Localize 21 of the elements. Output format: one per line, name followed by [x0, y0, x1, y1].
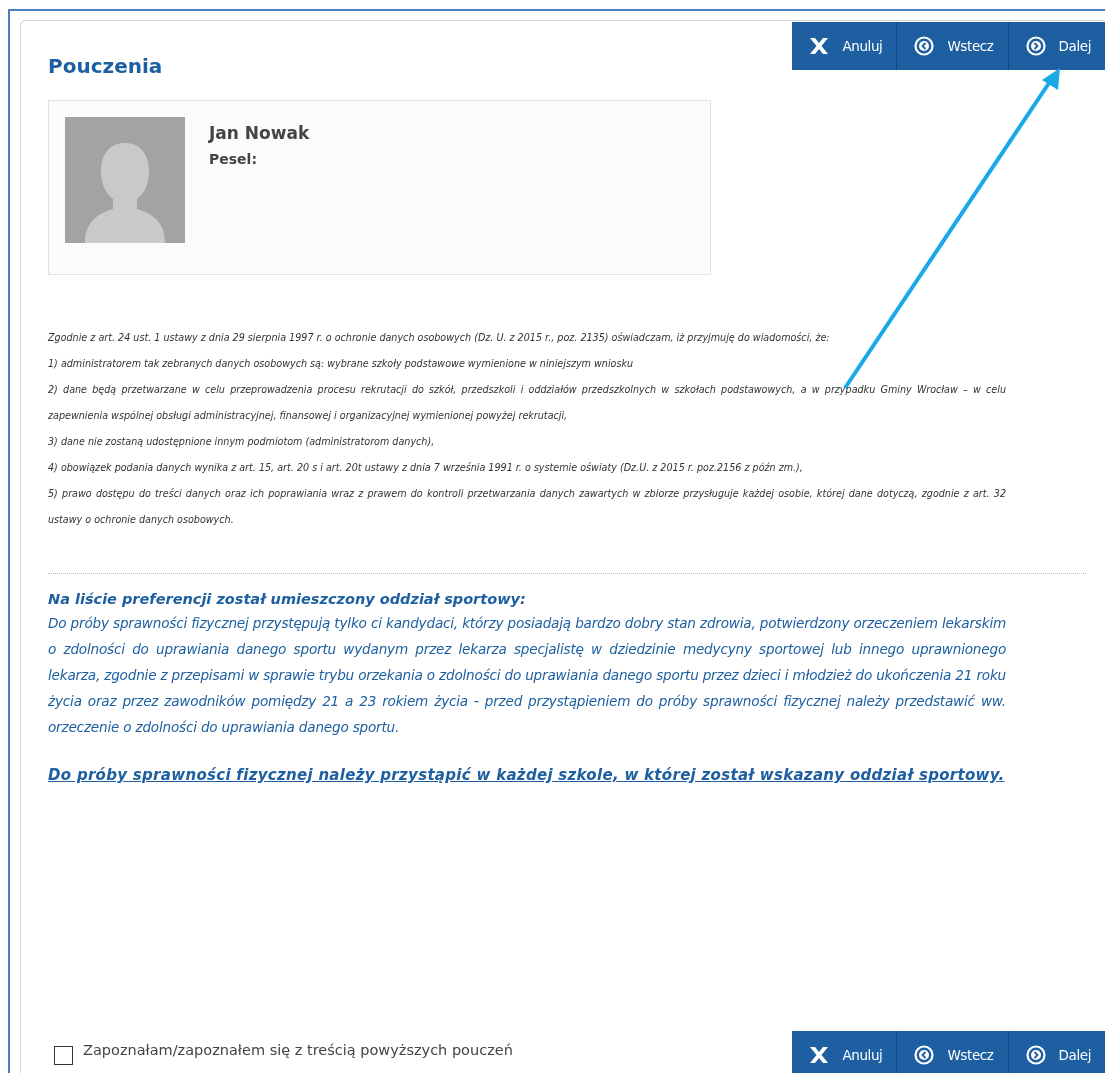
legal-paragraph: 1) administratorem tak zebranych danych osobowych są: wybrane szkoły podstawowe wymienione w niniejszym wniosku — [48, 357, 635, 371]
legal-paragraph: 3) dane nie zostaną udostępnione innym podmiotom (administratorom danych), — [48, 435, 436, 449]
page-title: Pouczenia — [48, 54, 164, 78]
pesel-label: Pesel: — [209, 151, 257, 167]
notice-emphasis: Do próby sprawności fizycznej należy przystąpić w każdej szkole, w której został wskazany oddział sportowy. — [48, 765, 1006, 786]
forward-circle-icon — [1024, 1045, 1047, 1065]
person-name: Jan Nowak — [209, 123, 310, 143]
back-circle-icon — [913, 1045, 936, 1065]
close-icon — [808, 36, 831, 56]
consent-checkbox[interactable] — [54, 1046, 73, 1065]
close-icon — [808, 1045, 831, 1065]
forward-circle-icon — [1024, 36, 1047, 56]
legal-paragraph: 5) prawo dostępu do treści danych oraz ich poprawiania wraz z prawem do kontroli przetwarzania danych zawartych w zbiorze przysługuje każdej osobie, której dane dotyczą, zgodnie z art. 32 ustawy o ochronie danych osobowych. — [48, 487, 1006, 527]
notice-paragraph: Do próby sprawności fizycznej przystępują tylko ci kandydaci, którzy posiadają bardzo dobry stan zdrowia, potwierdzony orzeczeniem lekarskim o zdolności do uprawiania danego sportu wydanym przez lekarza specjalistę w dziedzinie medycyny sportowej lub innego uprawnionego lekarza, zgodnie z przepisami w sprawie trybu orzekania o zdolności do uprawiania danego sportu przez dzieci i młodzież do ukończenia 21 roku życia oraz przez zawodników pomiędzy 21 a 23 rokiem życia - przed przystąpieniem do próby sprawności fizycznej należy przedstawić ww. orzeczenie o zdolności do uprawiania danego sportu. — [48, 614, 1006, 737]
legal-paragraph: 4) obowiązek podania danych wynika z art. 15, art. 20 s i art. 20t ustawy z dnia 7 września 1991 r. o systemie oświaty (Dz.U. z 2015 r. poz.2156 z późn zm.), — [48, 461, 804, 475]
legal-paragraph: Zgodnie z art. 24 ust. 1 ustawy z dnia 29 sierpnia 1997 r. o ochronie danych osobowych (Dz. U. z 2015 r., poz. 2135) oświadczam, iż przyjmuję do wiadomości, że: — [48, 331, 831, 345]
consent-label: Zapoznałam/zapoznałem się z treścią powyższych pouczeń — [83, 1042, 513, 1058]
back-circle-icon — [913, 36, 936, 56]
avatar-icon — [65, 117, 185, 243]
notice-heading: Na liście preferencji został umieszczony oddział sportowy: — [48, 590, 527, 609]
legal-paragraph: 2) dane będą przetwarzane w celu przeprowadzenia procesu rekrutacji do szkół, przedszkoli i oddziałów przedszkolnych w szkołach podstawowych, a w przypadku Gminy Wrocław – w celu zapewnienia wspólnej obsługi administracyjnej, finansowej i organizacyjnej wymienionej powyżej rekrutacji, — [48, 383, 1006, 423]
